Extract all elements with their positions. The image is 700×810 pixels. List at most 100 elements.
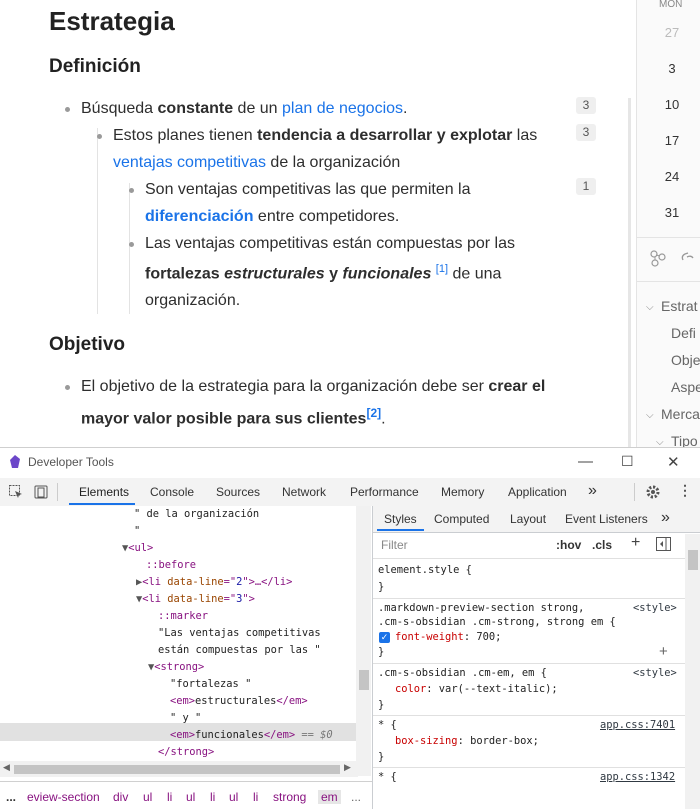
- tab-layout[interactable]: Layout: [510, 512, 546, 526]
- tree-node-ul[interactable]: ▼<ul>: [122, 542, 153, 554]
- styles-scrollbar[interactable]: [685, 534, 700, 809]
- calendar-date[interactable]: 17: [637, 133, 700, 148]
- outline-item[interactable]: Defi: [671, 325, 696, 341]
- bullet: [129, 242, 134, 247]
- tab-performance[interactable]: Performance: [350, 485, 419, 499]
- breadcrumb-item[interactable]: eview-section: [27, 790, 100, 804]
- rule-selector[interactable]: .markdown-preview-section strong,: [378, 602, 584, 614]
- style-declaration[interactable]: color: var(--text-italic);: [395, 683, 558, 695]
- rule-selector[interactable]: .cm-s-obsidian .cm-strong, strong em {: [378, 616, 616, 628]
- tab-application[interactable]: Application: [508, 485, 567, 499]
- link-ventajas-competitivas[interactable]: ventajas competitivas: [113, 154, 266, 171]
- property-checkbox[interactable]: ✓: [379, 632, 390, 643]
- maximize-button[interactable]: ☐: [621, 453, 634, 470]
- breadcrumb-item[interactable]: li: [253, 790, 258, 804]
- tree-node-em[interactable]: <em>estructurales</em>: [170, 695, 308, 707]
- breadcrumb-more[interactable]: ...: [351, 790, 361, 804]
- rule-source-link[interactable]: app.css:7401: [600, 719, 675, 731]
- device-toolbar-icon[interactable]: [33, 484, 49, 500]
- minimize-button[interactable]: —: [578, 453, 593, 470]
- list-item-1: Búsqueda constante de un plan de negocio…: [81, 100, 408, 117]
- preview-scrollbar[interactable]: [628, 98, 631, 448]
- text-node[interactable]: " de la organización: [134, 508, 259, 520]
- text-node[interactable]: están compuestas por las ": [158, 644, 321, 656]
- scroll-right-arrow[interactable]: ▶: [344, 762, 351, 773]
- tab-network[interactable]: Network: [282, 485, 326, 499]
- rule-selector[interactable]: * {: [378, 719, 397, 731]
- rule-source[interactable]: <style>: [633, 667, 677, 679]
- gear-icon[interactable]: [645, 484, 661, 500]
- scroll-left-arrow[interactable]: ◀: [3, 762, 10, 773]
- rule-selector[interactable]: * {: [378, 771, 397, 783]
- rule-source[interactable]: <style>: [633, 602, 677, 614]
- calendar-date[interactable]: 24: [637, 169, 700, 184]
- tree-node-em-selected[interactable]: <em>funcionales</em> == $0: [170, 729, 333, 741]
- text-node[interactable]: "fortalezas ": [170, 678, 251, 690]
- rule-source-link[interactable]: app.css:1342: [600, 771, 675, 783]
- graph-icon[interactable]: [649, 249, 667, 267]
- outline-item[interactable]: Aspe: [671, 379, 700, 395]
- chevron-down-icon[interactable]: ⌵: [646, 410, 654, 421]
- styles-filter-input[interactable]: Filter: [377, 536, 551, 554]
- outline-item[interactable]: Estrat: [661, 298, 698, 314]
- text-node[interactable]: " y ": [170, 712, 201, 724]
- tab-elements[interactable]: Elements: [79, 485, 129, 499]
- link-plan-de-negocios[interactable]: plan de negocios: [282, 100, 403, 117]
- hov-toggle[interactable]: :hov: [556, 538, 581, 552]
- tab-memory[interactable]: Memory: [441, 485, 484, 499]
- new-rule-button[interactable]: +: [631, 534, 640, 552]
- cls-toggle[interactable]: .cls: [592, 538, 612, 552]
- more-tabs-button[interactable]: »: [588, 482, 597, 500]
- breadcrumb-item-current[interactable]: em: [318, 790, 341, 804]
- elements-horizontal-scroll-thumb[interactable]: [14, 765, 340, 774]
- calendar-date[interactable]: 31: [637, 205, 700, 220]
- text-node[interactable]: "Las ventajas competitivas: [158, 627, 321, 639]
- toggle-sidebar-icon[interactable]: [656, 537, 671, 551]
- elements-vertical-scrollbar[interactable]: [356, 506, 371, 776]
- tab-sources[interactable]: Sources: [216, 485, 260, 499]
- styles-scroll-thumb[interactable]: [688, 550, 698, 570]
- text-node[interactable]: ": [134, 525, 140, 537]
- chevron-down-icon[interactable]: ⌵: [646, 302, 654, 313]
- calendar-date[interactable]: 10: [637, 97, 700, 112]
- close-button[interactable]: ✕: [667, 453, 680, 471]
- breadcrumb-item[interactable]: div: [113, 790, 128, 804]
- tab-console[interactable]: Console: [150, 485, 194, 499]
- tree-node-li[interactable]: ▼<li data-line="3">: [136, 593, 255, 605]
- breadcrumb-more[interactable]: ...: [6, 790, 16, 804]
- outline-item[interactable]: Obje: [671, 352, 700, 368]
- breadcrumb-item[interactable]: ul: [229, 790, 238, 804]
- kebab-menu-icon[interactable]: ⋮: [678, 482, 692, 499]
- breadcrumb-item[interactable]: strong: [273, 790, 306, 804]
- breadcrumb-item[interactable]: ul: [143, 790, 152, 804]
- list-item-4-cont2: organización.: [145, 292, 241, 309]
- footnote-ref-2[interactable]: [2]: [366, 406, 381, 420]
- tab-event-listeners[interactable]: Event Listeners: [565, 512, 648, 526]
- footnote-ref-1[interactable]: [1]: [436, 263, 448, 275]
- tree-node-strong-close[interactable]: </strong>: [158, 746, 214, 758]
- calendar-date[interactable]: 27: [637, 25, 700, 40]
- pseudo-before[interactable]: ::before: [146, 559, 196, 571]
- add-declaration-button[interactable]: +: [659, 643, 668, 660]
- breadcrumb-item[interactable]: li: [167, 790, 172, 804]
- tab-computed[interactable]: Computed: [434, 512, 489, 526]
- style-declaration[interactable]: box-sizing: border-box;: [395, 735, 539, 747]
- link-icon[interactable]: [679, 249, 697, 267]
- tree-node-strong[interactable]: ▼<strong>: [148, 661, 204, 673]
- rule-selector[interactable]: element.style {: [378, 564, 472, 576]
- breadcrumb-item[interactable]: ul: [186, 790, 195, 804]
- rule-selector[interactable]: .cm-s-obsidian .cm-em, em {: [378, 667, 547, 679]
- elements-vertical-scroll-thumb[interactable]: [359, 670, 369, 690]
- inspect-element-icon[interactable]: [8, 484, 24, 500]
- more-tabs-button[interactable]: »: [661, 509, 670, 527]
- outline-item[interactable]: Tipo: [671, 433, 698, 448]
- link-diferenciacion[interactable]: diferenciación: [145, 208, 253, 225]
- pseudo-marker[interactable]: ::marker: [158, 610, 208, 622]
- breadcrumb-item[interactable]: li: [210, 790, 215, 804]
- style-declaration[interactable]: font-weight: 700;: [395, 631, 501, 643]
- tab-styles[interactable]: Styles: [384, 512, 417, 526]
- line-count-badge: 1: [576, 178, 596, 195]
- tree-node-li[interactable]: ▶<li data-line="2">…</li>: [136, 576, 292, 588]
- outline-item[interactable]: Merca: [661, 406, 700, 422]
- calendar-date[interactable]: 3: [637, 61, 700, 76]
